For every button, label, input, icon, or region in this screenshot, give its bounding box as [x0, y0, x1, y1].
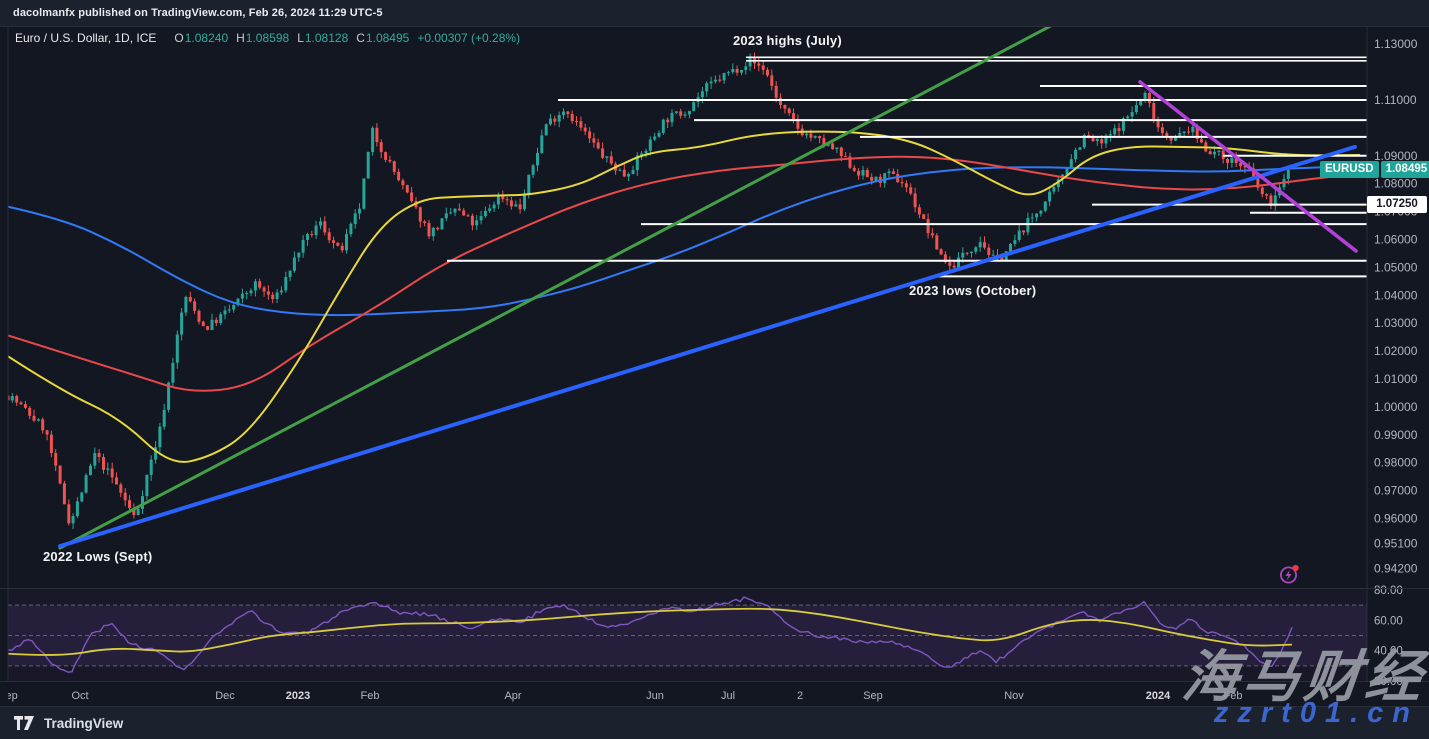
svg-text:Oct: Oct	[71, 690, 88, 702]
svg-text:1.06000: 1.06000	[1374, 233, 1418, 247]
svg-text:1.11000: 1.11000	[1374, 93, 1417, 107]
svg-text:Apr: Apr	[504, 690, 521, 702]
svg-text:2: 2	[797, 690, 803, 702]
svg-text:0.99000: 0.99000	[1374, 428, 1418, 442]
svg-text:1.04000: 1.04000	[1374, 288, 1418, 302]
svg-text:0.97000: 0.97000	[1374, 484, 1418, 498]
svg-text:80.00: 80.00	[1374, 585, 1403, 597]
last-price-value: 1.08495	[1381, 161, 1429, 178]
low-value: 1.08128	[305, 31, 348, 45]
svg-text:1.01000: 1.01000	[1374, 372, 1418, 386]
ideas-stream-icon[interactable]	[1279, 563, 1301, 585]
time-axis-labels[interactable]: SepOctDec2023FebAprJunJul2SepNov2024Feb	[0, 690, 1242, 702]
svg-text:0.95100: 0.95100	[1374, 537, 1418, 551]
svg-text:Nov: Nov	[1004, 690, 1024, 702]
annotation-2022-lows: 2022 Lows (Sept)	[43, 549, 152, 564]
tradingview-brand-label: TradingView	[44, 716, 123, 731]
change-value: +0.00307 (+0.28%)	[417, 31, 520, 45]
svg-text:2023: 2023	[286, 690, 310, 702]
annotation-2023-highs: 2023 highs (July)	[733, 33, 842, 48]
publish-info-text: dacolmanfx published on TradingView.com,…	[13, 7, 383, 19]
svg-text:1.08000: 1.08000	[1374, 177, 1418, 191]
price-axis-labels[interactable]: 1.130001.110001.090001.080001.070001.060…	[1374, 37, 1418, 576]
high-value: 1.08598	[246, 31, 289, 45]
watermark-url: zzrt01.cn	[1214, 697, 1419, 730]
ma-yellow	[0, 132, 1360, 462]
candles	[7, 53, 1290, 530]
chart-canvas[interactable]: 1.130001.110001.090001.080001.070001.060…	[0, 0, 1429, 739]
svg-text:Sep: Sep	[0, 690, 18, 702]
annotation-2023-lows: 2023 lows (October)	[909, 283, 1036, 298]
svg-text:1.13000: 1.13000	[1374, 37, 1418, 51]
open-value: 1.08240	[185, 31, 228, 45]
low-label: L	[297, 31, 304, 45]
horizontal-levels	[447, 57, 1373, 276]
close-label: C	[356, 31, 365, 45]
tradingview-logo-icon[interactable]	[14, 716, 36, 730]
svg-text:1.00000: 1.00000	[1374, 400, 1418, 414]
symbol-ohlc-row[interactable]: Euro / U.S. Dollar, 1D, ICE O 1.08240 H …	[15, 31, 520, 45]
svg-text:60.00: 60.00	[1374, 615, 1403, 627]
svg-text:Sep: Sep	[863, 690, 883, 702]
svg-text:1.02000: 1.02000	[1374, 344, 1418, 358]
svg-text:2024: 2024	[1146, 690, 1171, 702]
svg-text:Feb: Feb	[361, 690, 380, 702]
svg-text:Jun: Jun	[646, 690, 664, 702]
high-label: H	[236, 31, 245, 45]
svg-text:Jul: Jul	[721, 690, 735, 702]
svg-text:1.03000: 1.03000	[1374, 316, 1418, 330]
svg-text:0.96000: 0.96000	[1374, 512, 1418, 526]
close-value: 1.08495	[366, 31, 409, 45]
publish-info-bar: dacolmanfx published on TradingView.com,…	[0, 0, 1429, 27]
open-label: O	[174, 31, 183, 45]
symbol-title: Euro / U.S. Dollar, 1D, ICE	[15, 31, 156, 45]
svg-text:1.05000: 1.05000	[1374, 260, 1418, 274]
svg-text:0.98000: 0.98000	[1374, 456, 1418, 470]
svg-text:0.94200: 0.94200	[1374, 562, 1418, 576]
svg-text:Dec: Dec	[215, 690, 235, 702]
last-price-badge: EURUSD 1.08495	[1320, 161, 1429, 178]
symbol-badge-label: EURUSD	[1320, 161, 1379, 178]
main-pane[interactable]	[0, 20, 1373, 548]
rsi-pane[interactable]	[8, 589, 1367, 681]
level-price-badge: 1.07250	[1367, 196, 1427, 213]
